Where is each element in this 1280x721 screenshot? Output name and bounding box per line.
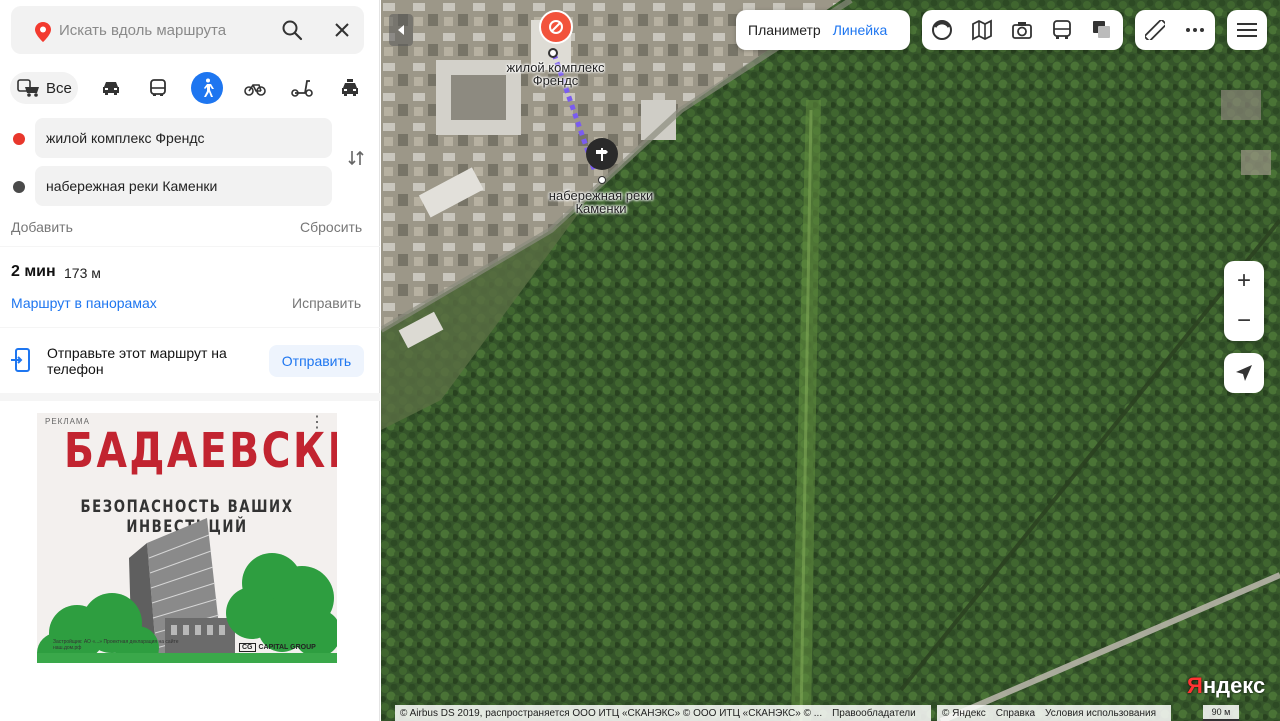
destination-point — [598, 176, 606, 184]
collapse-panel-button[interactable] — [389, 14, 413, 46]
search-icon[interactable] — [281, 19, 303, 41]
zoom-in-button[interactable]: + — [1224, 261, 1264, 301]
route-distance: 173 м — [64, 265, 101, 281]
measure-toolbar: Планиметр Линейка — [736, 10, 910, 50]
multi-transport-icon — [17, 79, 39, 97]
mode-all-button[interactable]: Все — [10, 72, 78, 104]
origin-map-label: жилой комплекс Френдс — [506, 60, 605, 88]
bus-icon — [1053, 20, 1071, 39]
route-search-bar[interactable]: Искать вдоль маршрута — [11, 6, 364, 54]
mode-scooter-button[interactable] — [286, 72, 318, 104]
ad-company: CG CAPITAL GROUP — [239, 643, 316, 652]
origin-dot — [13, 133, 25, 145]
terms-link[interactable]: Условия использования — [1045, 708, 1156, 719]
taxi-icon — [342, 79, 358, 96]
close-icon[interactable] — [331, 19, 353, 41]
ruler-button[interactable]: Линейка — [821, 22, 888, 38]
more-button[interactable] — [1175, 10, 1215, 50]
ad-legal-text: Застройщик: АО «...» Проектная деклараци… — [53, 639, 179, 651]
menu-button[interactable] — [1227, 10, 1267, 50]
destination-field[interactable]: набережная реки Каменки — [35, 166, 332, 206]
logo-rest: ндекс — [1202, 673, 1266, 698]
walk-icon — [204, 78, 214, 97]
zoom-control: + − — [1224, 261, 1264, 341]
reset-link[interactable]: Сбросить — [300, 219, 362, 235]
traffic-icon — [932, 20, 952, 40]
destination-dot — [13, 181, 25, 193]
hamburger-icon — [1237, 23, 1257, 37]
car-icon — [103, 82, 119, 95]
destination-marker[interactable] — [586, 138, 618, 170]
scooter-icon — [291, 80, 313, 97]
origin-marker[interactable] — [539, 10, 573, 44]
map-footer-links: © Яндекс Справка Условия использования — [937, 705, 1172, 721]
camera-icon — [1012, 22, 1032, 39]
owners-link[interactable]: Правообладатели — [832, 708, 916, 719]
navigation-arrow-icon — [1236, 365, 1252, 381]
signpost-icon — [596, 148, 608, 161]
map-scale: 90 м — [1203, 705, 1239, 721]
map-attribution: © Airbus DS 2019, распространяется ООО И… — [395, 705, 931, 721]
traffic-layer-button[interactable] — [922, 10, 962, 50]
more-icon — [1186, 28, 1204, 32]
satellite-imagery — [381, 0, 1280, 721]
divider — [0, 393, 380, 401]
divider — [0, 246, 380, 247]
ruler-icon — [1145, 20, 1165, 40]
bike-icon — [244, 84, 266, 96]
panorama-layer-button[interactable] — [1002, 10, 1042, 50]
chevron-left-icon — [398, 25, 404, 35]
location-pin-icon — [35, 22, 51, 42]
attribution-text: © Airbus DS 2019, распространяется ООО И… — [400, 707, 823, 719]
satellite-map[interactable]: Планиметр Линейка жилой комплекс Френдс … — [381, 0, 1280, 721]
mode-car-button[interactable] — [95, 72, 127, 104]
origin-point — [548, 48, 558, 58]
layers-button[interactable] — [1082, 10, 1122, 50]
ad-banner[interactable]: РЕКЛАМА ⋮ БАДАЕВСКИЙ БЕЗОПАСНОСТЬ ВАШИХ … — [37, 413, 337, 663]
mode-taxi-button[interactable] — [334, 72, 366, 104]
phone-send-icon — [11, 348, 30, 372]
destination-map-label: набережная реки Каменки — [548, 188, 654, 216]
mode-bus-button[interactable] — [142, 72, 174, 104]
add-point-link[interactable]: Добавить — [11, 219, 73, 235]
transport-layer-button[interactable] — [1042, 10, 1082, 50]
yandex-logo[interactable]: Яндекс — [1187, 673, 1265, 699]
origin-field[interactable]: жилой комплекс Френдс — [35, 118, 332, 158]
tools-toolbar — [1135, 10, 1215, 50]
send-to-phone-text: Отправьте этот маршрут на телефон — [47, 345, 227, 377]
ruler-tool-button[interactable] — [1135, 10, 1175, 50]
ad-brand: БАДАЕВСКИЙ — [64, 423, 337, 479]
swap-icon[interactable] — [346, 148, 366, 168]
locate-me-button[interactable] — [1224, 353, 1264, 393]
app: Искать вдоль маршрута Все жилой комплекс… — [0, 0, 1280, 721]
layers-icon — [1093, 21, 1110, 38]
layers-toolbar — [922, 10, 1123, 50]
send-button[interactable]: Отправить — [269, 345, 364, 377]
yandex-copyright[interactable]: © Яндекс — [942, 708, 986, 719]
transport-modes: Все — [10, 72, 370, 106]
route-panel: Искать вдоль маршрута Все жилой комплекс… — [0, 0, 380, 721]
bus-icon — [150, 79, 166, 96]
no-walk-icon — [549, 20, 563, 34]
ad-company-name: CAPITAL GROUP — [258, 644, 316, 651]
search-placeholder[interactable]: Искать вдоль маршрута — [59, 22, 226, 39]
route-time: 2 мин — [11, 263, 56, 280]
zoom-out-button[interactable]: − — [1224, 301, 1264, 341]
map-layers-icon — [972, 19, 992, 41]
mode-bike-button[interactable] — [239, 72, 271, 104]
ad-company-mark: CG — [239, 643, 256, 652]
mode-walk-button[interactable] — [191, 72, 223, 104]
divider — [0, 327, 380, 328]
map-layer-button[interactable] — [962, 10, 1002, 50]
panorama-route-link[interactable]: Маршрут в панорамах — [11, 295, 157, 311]
mode-all-label: Все — [46, 79, 72, 97]
fix-route-link[interactable]: Исправить — [292, 295, 361, 311]
help-link[interactable]: Справка — [996, 708, 1035, 719]
planimeter-button[interactable]: Планиметр — [736, 22, 821, 38]
menu-toolbar — [1227, 10, 1267, 50]
